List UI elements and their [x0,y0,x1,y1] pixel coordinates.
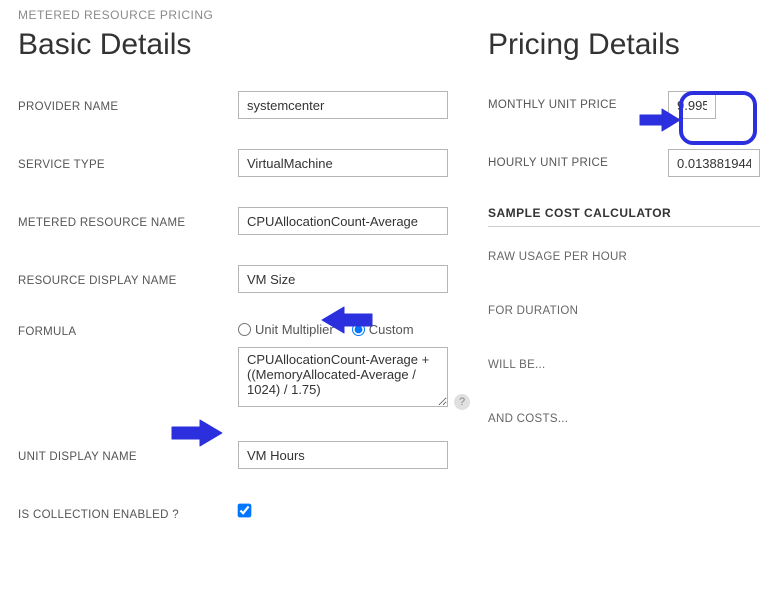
hourly-unit-price-label: HOURLY UNIT PRICE [488,157,668,169]
and-costs-label: AND COSTS... [488,413,760,425]
basic-details-panel: Basic Details PROVIDER NAME SERVICE TYPE… [18,28,448,556]
formula-radio-unit-multiplier-label: Unit Multiplier [255,322,334,337]
for-duration-label: FOR DURATION [488,305,760,317]
metered-resource-name-input[interactable] [238,207,448,235]
resource-display-name-input[interactable] [238,265,448,293]
help-icon[interactable]: ? [454,394,470,410]
formula-radio-custom-label: Custom [369,322,414,337]
resource-display-name-label: RESOURCE DISPLAY NAME [18,271,238,287]
service-type-label: SERVICE TYPE [18,155,238,171]
formula-textarea[interactable]: CPUAllocationCount-Average + ((MemoryAll… [238,347,448,407]
formula-radio-custom[interactable]: Custom [352,322,414,337]
monthly-unit-price-label: MONTHLY UNIT PRICE [488,99,668,111]
provider-name-label: PROVIDER NAME [18,97,238,113]
formula-label: FORMULA [18,322,238,338]
formula-radio-unit-multiplier-input[interactable] [238,323,251,336]
sample-cost-calculator-heading: SAMPLE COST CALCULATOR [488,206,760,227]
monthly-unit-price-input[interactable] [668,91,716,119]
metered-resource-name-label: METERED RESOURCE NAME [18,213,238,229]
service-type-input[interactable] [238,149,448,177]
formula-radio-custom-input[interactable] [352,323,365,336]
hourly-unit-price-input[interactable] [668,149,760,177]
breadcrumb: METERED RESOURCE PRICING [18,8,760,22]
raw-usage-per-hour-label: RAW USAGE PER HOUR [488,251,760,263]
unit-display-name-input[interactable] [238,441,448,469]
unit-display-name-label: UNIT DISPLAY NAME [18,447,238,463]
formula-radio-unit-multiplier[interactable]: Unit Multiplier [238,322,334,337]
pricing-details-panel: Pricing Details MONTHLY UNIT PRICE HOURL… [488,28,760,556]
is-collection-enabled-label: IS COLLECTION ENABLED ? [18,505,238,521]
will-be-label: WILL BE... [488,359,760,371]
provider-name-input[interactable] [238,91,448,119]
is-collection-enabled-checkbox[interactable] [238,504,252,518]
basic-details-heading: Basic Details [18,28,448,62]
pricing-details-heading: Pricing Details [488,28,760,62]
